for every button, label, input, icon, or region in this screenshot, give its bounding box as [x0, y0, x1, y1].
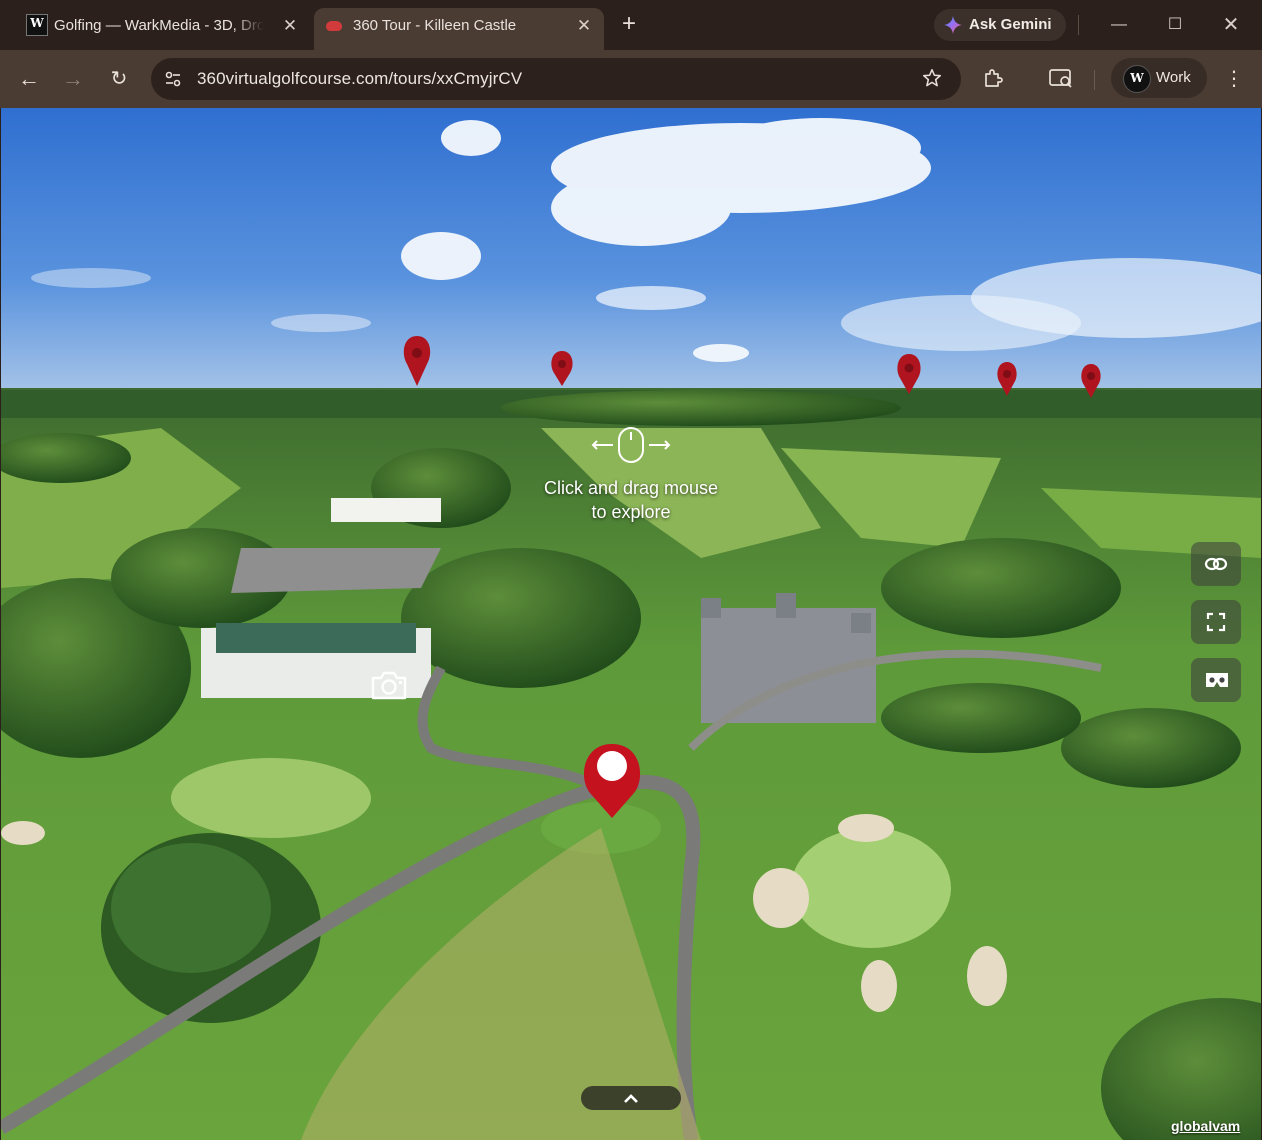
divider [1078, 15, 1079, 35]
close-tab-icon[interactable]: ✕ [574, 16, 594, 36]
vr-glasses-toggle-button[interactable] [1191, 542, 1241, 586]
profile-button[interactable]: W Work [1111, 58, 1207, 98]
divider [1094, 70, 1095, 90]
chevron-up-icon [624, 1094, 638, 1103]
cardboard-vr-button[interactable] [1191, 658, 1241, 702]
tour-menu-toggle-button[interactable] [581, 1086, 681, 1110]
hint-text-line-2: to explore [591, 502, 671, 522]
ask-gemini-label: Ask Gemini [969, 16, 1052, 33]
new-tab-button[interactable]: + [616, 12, 642, 38]
tab-golfing-warkmedia[interactable]: W Golfing — WarkMedia - 3D, Drone ✕ [14, 8, 310, 50]
close-tab-icon[interactable]: ✕ [280, 16, 300, 36]
forward-arrow-icon[interactable]: → [58, 64, 88, 94]
camera-snapshot-button[interactable] [369, 668, 409, 702]
back-arrow-icon[interactable]: ← [14, 64, 44, 94]
fullscreen-icon [1206, 612, 1226, 632]
vr-glasses-toggle-icon [1204, 557, 1228, 571]
red-cloud-favicon-icon [326, 21, 342, 31]
gemini-sparkle-icon [944, 16, 962, 34]
tab-search-icon[interactable] [1048, 66, 1074, 90]
extensions-puzzle-icon[interactable] [982, 66, 1006, 90]
profile-label: Work [1156, 69, 1191, 86]
close-window-button[interactable]: ✕ [1216, 10, 1246, 40]
mouse-drag-icon [591, 427, 671, 463]
tab-360-tour[interactable]: 360 Tour - Killeen Castle ✕ [314, 8, 604, 50]
tab-strip: W Golfing — WarkMedia - 3D, Drone ✕ 360 … [0, 0, 1262, 50]
drag-to-explore-hint: Click and drag mouse to explore [521, 426, 741, 526]
site-info-icon[interactable] [163, 69, 183, 89]
url-text[interactable]: 360virtualgolfcourse.com/tours/xxCmyjrCV [197, 69, 522, 89]
bookmark-star-icon[interactable] [921, 67, 943, 89]
warkmedia-favicon-icon: W [26, 14, 48, 36]
reload-icon[interactable]: ↻ [104, 64, 134, 94]
more-menu-icon[interactable]: ⋮ [1222, 64, 1246, 94]
fullscreen-button[interactable] [1191, 600, 1241, 644]
profile-avatar: W [1123, 65, 1151, 93]
minimize-button[interactable]: — [1104, 10, 1134, 40]
maximize-button[interactable]: ☐ [1160, 10, 1190, 40]
tab-title: 360 Tour - Killeen Castle [353, 17, 517, 34]
aerial-golf-course-panorama[interactable] [1, 108, 1261, 1140]
cardboard-vr-icon [1206, 673, 1228, 687]
hint-text-line-1: Click and drag mouse [543, 478, 719, 498]
globalvam-brand-link[interactable]: globalvam [1171, 1118, 1240, 1134]
panorama-viewport[interactable]: Click and drag mouse to explore globalva… [1, 108, 1261, 1140]
browser-toolbar: ← → ↻ 360virtualgolfcourse.com/tours/xxC… [0, 50, 1262, 108]
ask-gemini-button[interactable]: Ask Gemini [934, 9, 1066, 41]
camera-icon [371, 671, 407, 700]
address-bar[interactable]: 360virtualgolfcourse.com/tours/xxCmyjrCV [151, 58, 961, 100]
browser-window: W Golfing — WarkMedia - 3D, Drone ✕ 360 … [0, 0, 1262, 1140]
tab-title: Golfing — WarkMedia - 3D, Drone [54, 17, 264, 34]
